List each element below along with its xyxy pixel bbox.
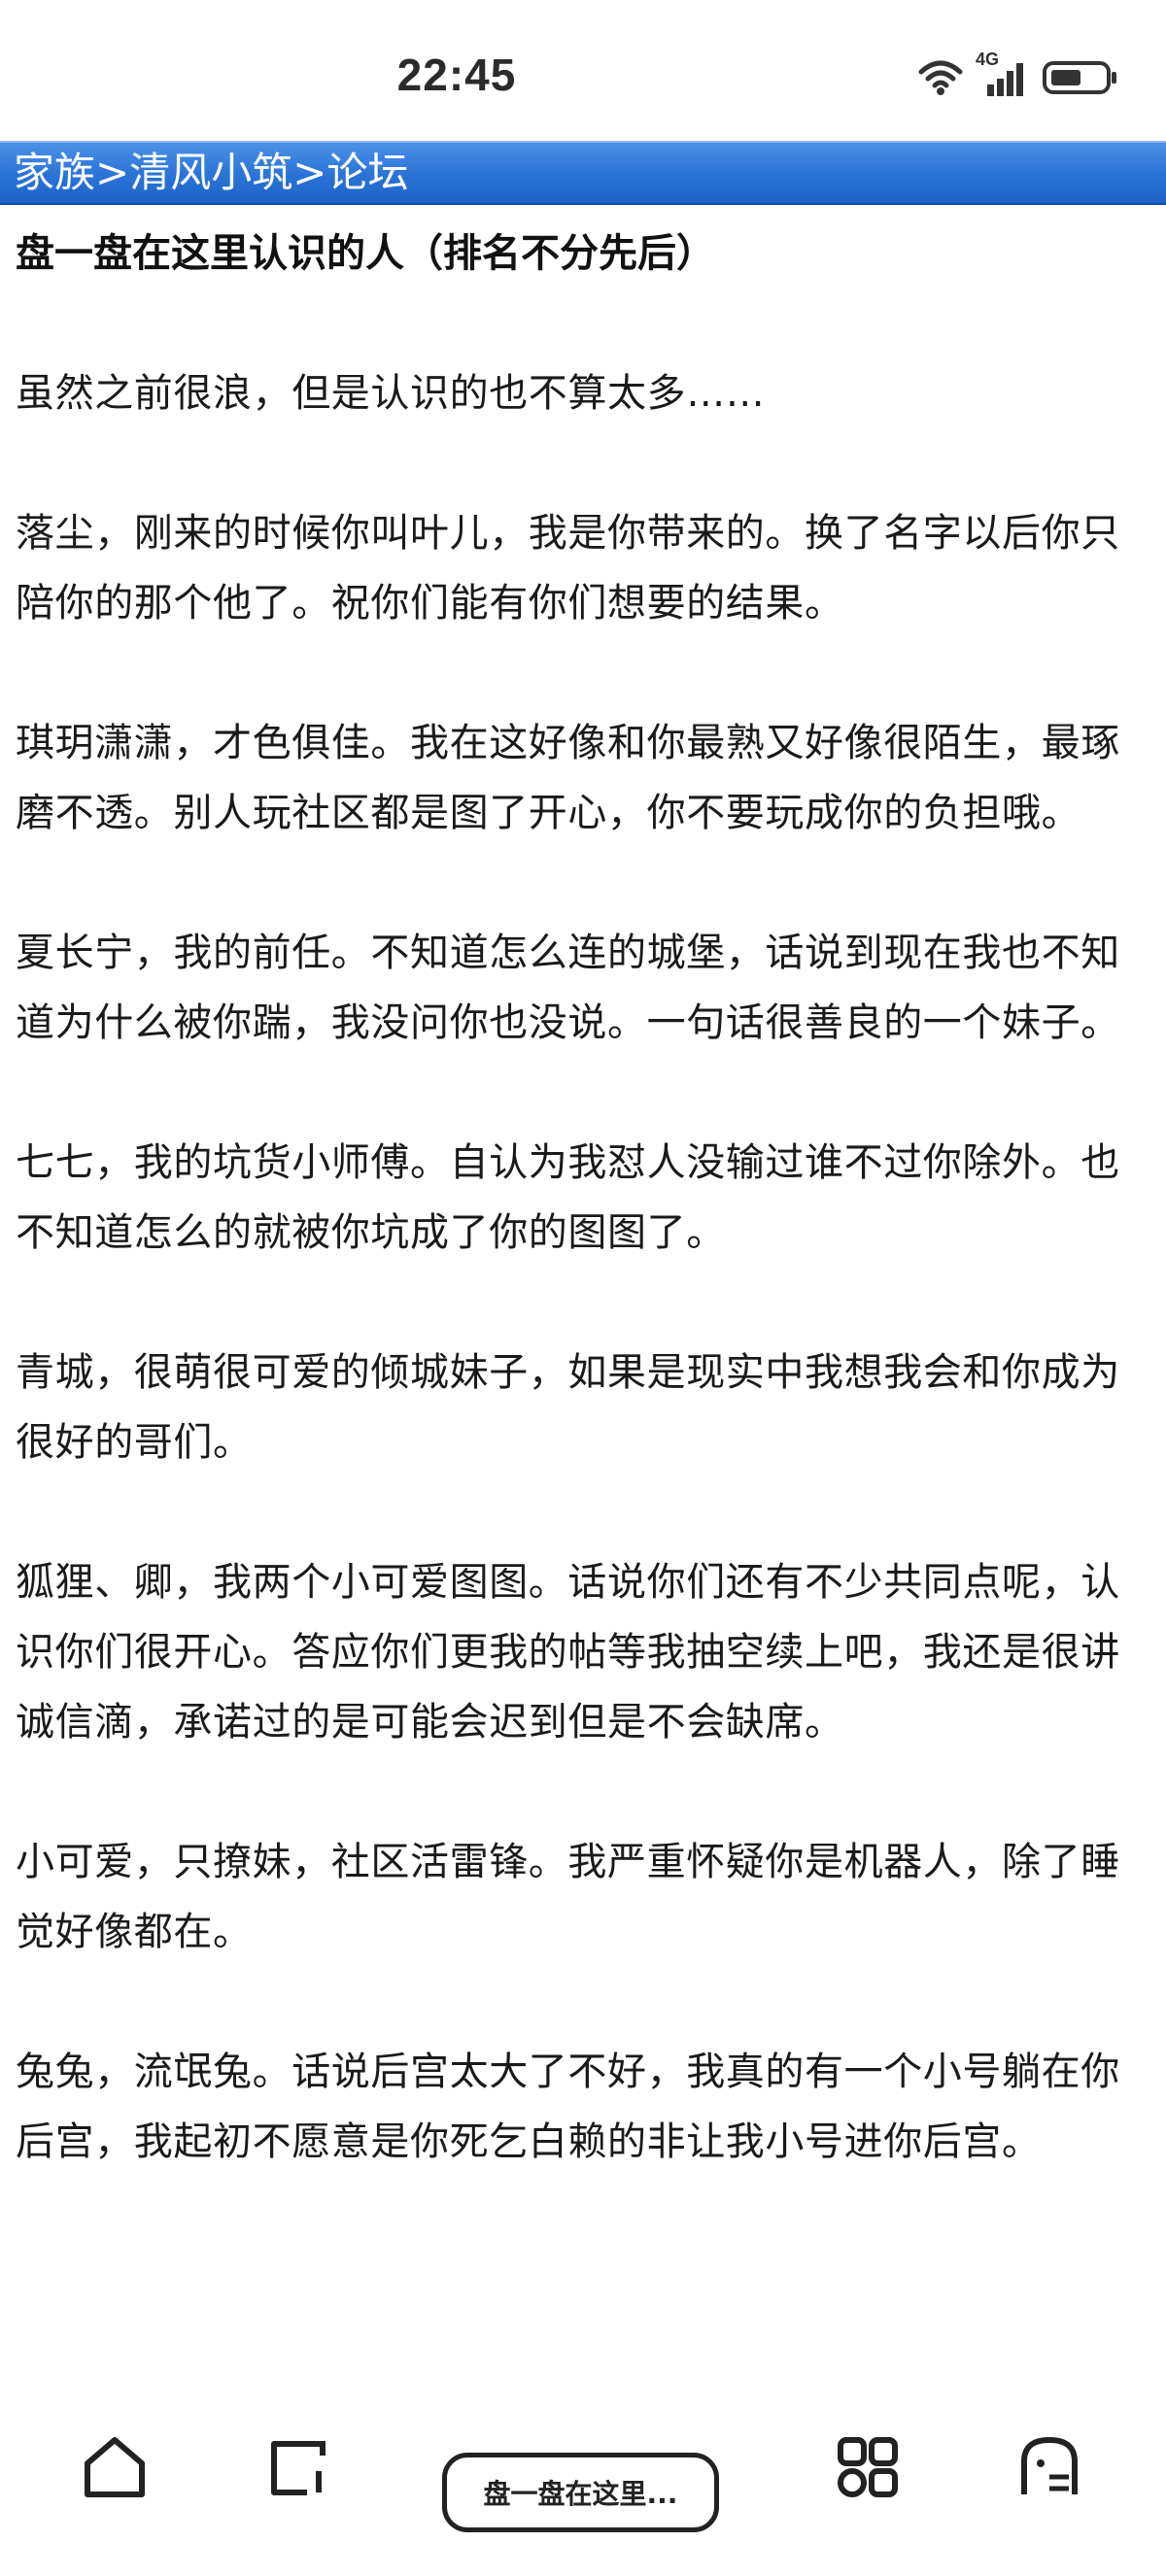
ghost-menu-icon bbox=[1021, 2437, 1078, 2494]
breadcrumb-link-family[interactable]: 家族 bbox=[14, 153, 95, 193]
wifi-icon bbox=[917, 58, 964, 97]
post-paragraph: 七七，我的坑货小师傅。自认为我怼人没输过谁不过你除外。也不知道怎么的就被你坑成了… bbox=[16, 1140, 1120, 1255]
cellular-signal-icon: 4G bbox=[976, 50, 1028, 98]
post-paragraph: 狐狸、卿，我两个小可爱图图。话说你们还有不少共同点呢，认识你们很开心。答应你们更… bbox=[16, 1560, 1120, 1745]
apps-grid-button[interactable] bbox=[819, 2419, 916, 2516]
status-icons: 4G bbox=[917, 50, 1119, 99]
bottom-navigation: 盘一盘在这里... bbox=[0, 2390, 1166, 2576]
tab-switch-icon bbox=[271, 2441, 326, 2495]
post-paragraph: 虽然之前很浪，但是认识的也不算太多…… bbox=[16, 371, 766, 416]
breadcrumb-link-qingfeng[interactable]: 清风小筑 bbox=[129, 153, 292, 193]
home-icon bbox=[85, 2437, 145, 2497]
post-content: 盘一盘在这里认识的人（排名不分先后） 虽然之前很浪，但是认识的也不算太多…… 落… bbox=[16, 219, 1148, 2177]
menu-button[interactable] bbox=[1001, 2419, 1098, 2516]
breadcrumb-separator: > bbox=[292, 149, 327, 196]
breadcrumb-separator: > bbox=[95, 149, 130, 196]
post-title: 盘一盘在这里认识的人（排名不分先后） bbox=[16, 231, 715, 276]
tab-switch-button[interactable] bbox=[249, 2419, 346, 2516]
post-paragraph: 青城，很萌很可爱的倾城妹子，如果是现实中我想我会和你成为很好的哥们。 bbox=[16, 1350, 1120, 1465]
post-paragraph: 琪玥潇潇，才色俱佳。我在这好像和你最熟又好像很陌生，最琢磨不透。别人玩社区都是图… bbox=[16, 721, 1120, 835]
current-tab-label: 盘一盘在这里... bbox=[483, 2478, 678, 2510]
post-paragraph: 落尘，刚来的时候你叫叶儿，我是你带来的。换了名字以后你只陪你的那个他了。祝你们能… bbox=[16, 511, 1120, 626]
apps-grid-icon bbox=[838, 2437, 898, 2497]
post-paragraph: 小可爱，只撩妹，社区活雷锋。我严重怀疑你是机器人，除了睡觉好像都在。 bbox=[16, 1840, 1120, 1954]
post-paragraph: 兔兔，流氓兔。话说后宫太大了不好，我真的有一个小号躺在你后宫，我起初不愿意是你死… bbox=[16, 2050, 1120, 2164]
post-paragraph: 夏长宁，我的前任。不知道怎么连的城堡，话说到现在我也不知道为什么被你踹，我没问你… bbox=[16, 931, 1120, 1045]
status-bar: 22:45 4G bbox=[0, 0, 1166, 141]
network-type-label: 4G bbox=[976, 50, 1000, 69]
breadcrumb-link-forum[interactable]: 论坛 bbox=[326, 153, 408, 193]
current-tab-button[interactable]: 盘一盘在这里... bbox=[442, 2453, 719, 2532]
battery-icon bbox=[1042, 58, 1119, 97]
breadcrumb: 家族 > 清风小筑 > 论坛 bbox=[0, 141, 1166, 205]
home-button[interactable] bbox=[66, 2419, 163, 2516]
status-time: 22:45 bbox=[396, 50, 517, 100]
